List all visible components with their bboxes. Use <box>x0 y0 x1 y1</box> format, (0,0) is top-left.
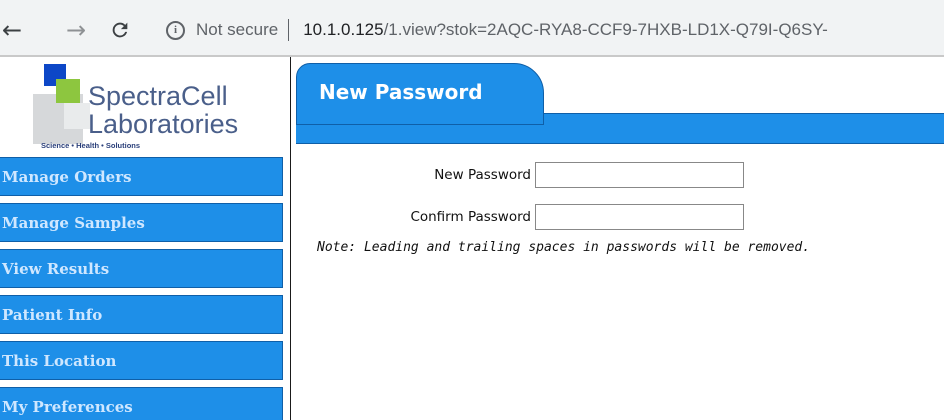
logo-square-lightgray <box>64 103 90 129</box>
reload-glyph <box>112 22 128 38</box>
password-note: Note: Leading and trailing spaces in pas… <box>317 240 811 255</box>
logo-square-green <box>56 79 80 103</box>
sidebar-item-label: My Preferences <box>2 398 133 416</box>
confirm-password-row: Confirm Password <box>296 203 744 231</box>
sidebar-item-manage-orders[interactable]: Manage Orders <box>0 157 283 196</box>
sidebar-item-label: This Location <box>2 352 117 370</box>
security-label[interactable]: Not secure <box>196 20 278 40</box>
info-icon[interactable]: i <box>166 20 185 40</box>
page-content: SpectraCell Laboratories Science • Healt… <box>0 57 944 420</box>
logo-name-line2: Laboratories <box>88 109 239 139</box>
logo[interactable]: SpectraCell Laboratories Science • Healt… <box>28 59 268 151</box>
new-password-input[interactable] <box>535 162 744 188</box>
url-host[interactable]: 10.1.0.125 <box>303 20 383 40</box>
sidebar-item-my-preferences[interactable]: My Preferences <box>0 387 283 420</box>
confirm-password-label: Confirm Password <box>410 209 531 225</box>
address-bar[interactable]: i Not secure 10.1.0.125 /1.view?stok=2AQ… <box>148 10 944 50</box>
confirm-password-input[interactable] <box>535 204 744 230</box>
browser-toolbar: ← → i Not secure 10.1.0.125 /1.view?stok… <box>0 0 944 57</box>
url-path[interactable]: /1.view?stok=2AQC-RYA8-CCF9-7HXB-LD1X-Q7… <box>384 20 828 40</box>
sidebar-item-patient-info[interactable]: Patient Info <box>0 295 283 334</box>
sidebar-item-this-location[interactable]: This Location <box>0 341 283 380</box>
tab-new-password[interactable]: New Password <box>296 63 544 125</box>
content-divider <box>290 57 291 420</box>
sidebar-item-label: Manage Orders <box>2 168 132 186</box>
page-title: New Password <box>319 80 483 104</box>
sidebar-item-manage-samples[interactable]: Manage Samples <box>0 203 283 242</box>
sidebar-item-label: Manage Samples <box>2 214 145 232</box>
forward-arrow-icon[interactable]: → <box>56 12 96 48</box>
back-arrow-icon[interactable]: ← <box>0 12 32 48</box>
sidebar-item-label: Patient Info <box>2 306 103 324</box>
sidebar-item-view-results[interactable]: View Results <box>0 249 283 288</box>
sidebar-nav: Manage Orders Manage Samples View Result… <box>0 157 283 420</box>
new-password-label: New Password <box>434 167 531 183</box>
new-password-row: New Password <box>296 161 744 189</box>
sidebar-item-label: View Results <box>2 260 110 278</box>
reload-icon[interactable] <box>100 12 140 48</box>
address-divider <box>288 19 290 41</box>
logo-name-line1: SpectraCell <box>88 81 228 111</box>
logo-tagline: Science • Health • Solutions <box>41 141 141 150</box>
